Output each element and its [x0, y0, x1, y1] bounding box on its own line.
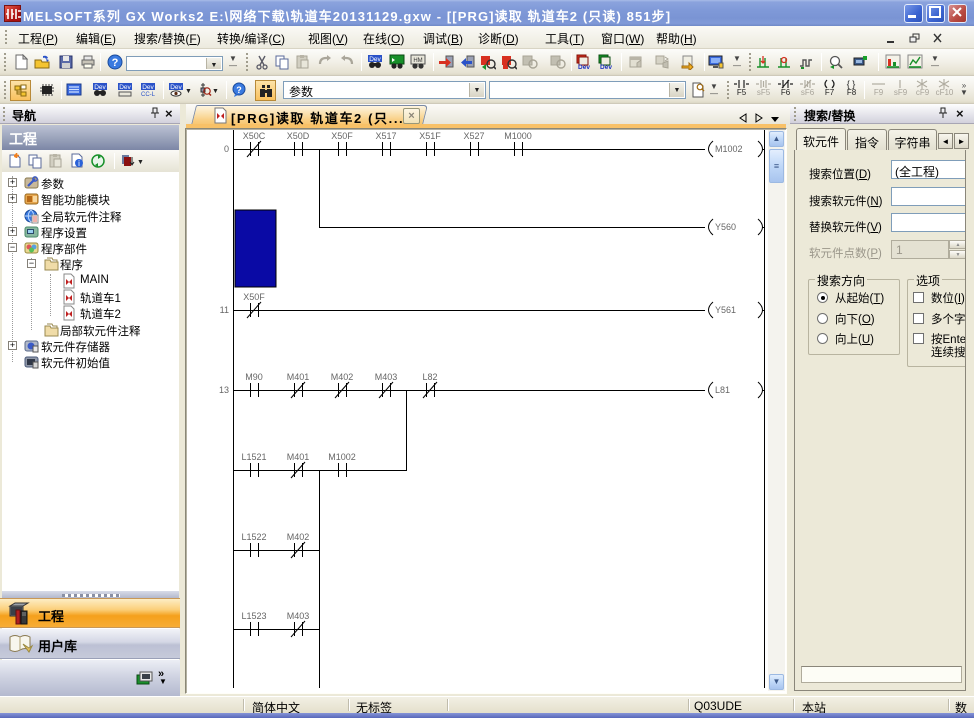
svg-text:L81: L81	[715, 385, 730, 395]
svg-text:Dev: Dev	[369, 56, 381, 63]
svg-text:M403: M403	[375, 372, 398, 382]
svg-text:X50F: X50F	[331, 131, 353, 141]
svg-text:L82: L82	[422, 372, 437, 382]
svg-text:0: 0	[224, 144, 229, 154]
svg-text:i: i	[78, 159, 80, 168]
svg-text:CC-L: CC-L	[141, 92, 156, 98]
svg-text:?: ?	[236, 85, 242, 95]
svg-text:Dev: Dev	[578, 64, 590, 70]
svg-text:Dev: Dev	[142, 84, 154, 91]
svg-text:L1521: L1521	[241, 452, 266, 462]
svg-text:M402: M402	[331, 372, 354, 382]
svg-text:X50C: X50C	[243, 131, 266, 141]
svg-text:M90: M90	[245, 372, 263, 382]
svg-text:M1002: M1002	[715, 144, 743, 154]
svg-text:Dev: Dev	[94, 84, 106, 91]
svg-text:Y560: Y560	[715, 222, 736, 232]
svg-text:13: 13	[219, 385, 229, 395]
svg-text:M401: M401	[287, 452, 310, 462]
svg-text:M1000: M1000	[504, 131, 532, 141]
svg-text:X517: X517	[375, 131, 396, 141]
svg-text:Dev: Dev	[170, 84, 182, 91]
svg-text:M402: M402	[287, 532, 310, 542]
svg-text:X527: X527	[463, 131, 484, 141]
svg-text:X51F: X51F	[419, 131, 441, 141]
svg-text:11: 11	[220, 305, 229, 315]
svg-text:L1522: L1522	[241, 532, 266, 542]
svg-text:X50F: X50F	[243, 292, 265, 302]
svg-text:Y561: Y561	[715, 305, 736, 315]
svg-text:?: ?	[112, 57, 119, 69]
svg-text:L1523: L1523	[241, 611, 266, 621]
svg-text:X50D: X50D	[287, 131, 310, 141]
svg-text:Dev: Dev	[600, 64, 612, 70]
svg-text:M401: M401	[287, 372, 310, 382]
svg-text:Dev: Dev	[119, 84, 131, 91]
svg-text:HM: HM	[413, 58, 422, 64]
svg-text:M403: M403	[287, 611, 310, 621]
svg-text:M1002: M1002	[328, 452, 356, 462]
